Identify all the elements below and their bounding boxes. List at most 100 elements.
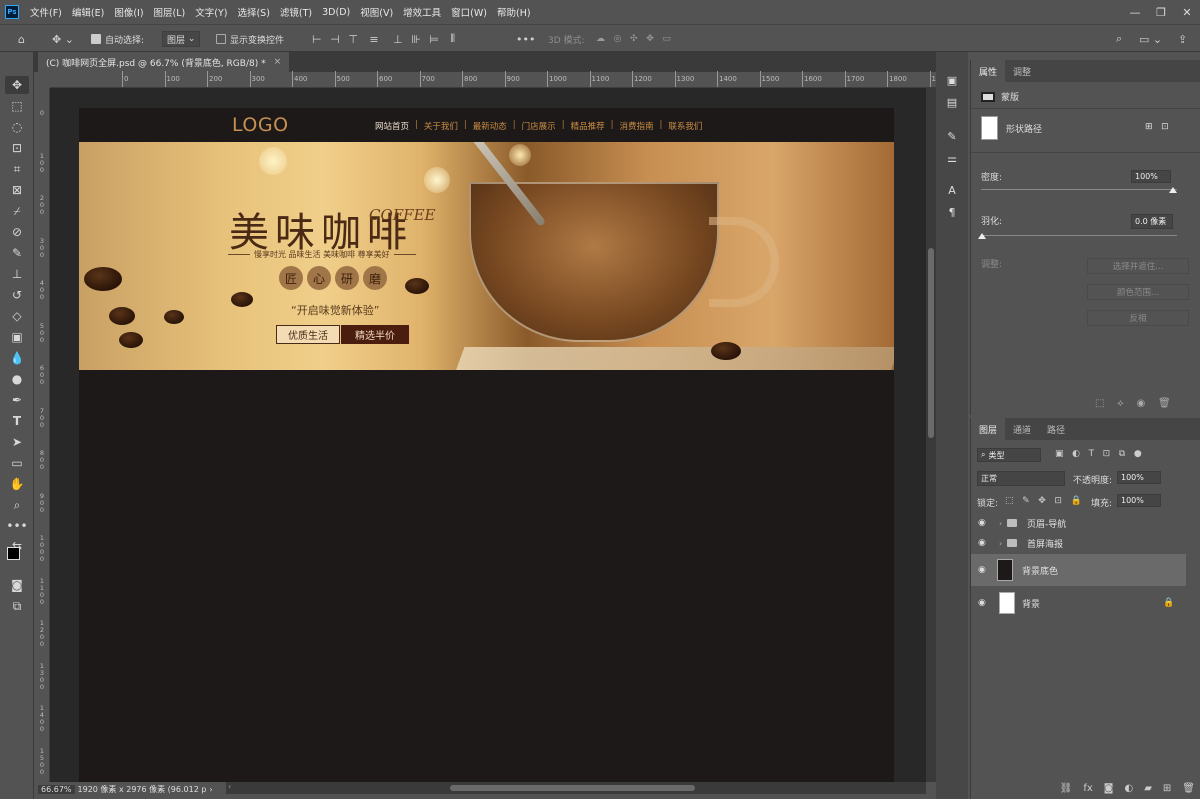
density-slider[interactable]	[981, 189, 1177, 190]
visibility-eye-icon[interactable]: ◉	[978, 518, 988, 528]
rectangle-tool-icon[interactable]: ▭	[5, 454, 29, 472]
opacity-field[interactable]: 100%	[1117, 471, 1161, 484]
layer-style-icon[interactable]: fx	[1083, 783, 1092, 794]
align-middle-v-icon[interactable]: ⊪	[411, 33, 421, 46]
disable-mask-icon[interactable]: ◉	[1137, 398, 1146, 409]
visibility-eye-icon[interactable]: ◉	[978, 538, 988, 548]
menu-image[interactable]: 图像(I)	[109, 5, 148, 19]
screen-mode-icon[interactable]: ⧉	[5, 597, 29, 615]
roll-3d-icon[interactable]: ◎	[614, 34, 622, 44]
fill-field[interactable]: 100%	[1117, 494, 1161, 507]
minimize-button[interactable]: —	[1122, 0, 1148, 24]
drag-3d-icon[interactable]: ✣	[630, 34, 638, 44]
layer-filter-dropdown[interactable]: ⌕ 类型	[977, 448, 1041, 462]
menu-plugins[interactable]: 增效工具	[398, 5, 446, 19]
character-panel-icon[interactable]: A	[944, 182, 960, 198]
clone-stamp-tool-icon[interactable]: ⊥	[5, 265, 29, 283]
more-options-icon[interactable]: •••	[516, 25, 535, 53]
menu-select[interactable]: 选择(S)	[232, 5, 274, 19]
vertical-scroll-thumb[interactable]	[928, 248, 934, 438]
delete-layer-icon[interactable]: 🗑	[1182, 783, 1195, 794]
foreground-color-swatch[interactable]	[7, 547, 20, 560]
scroll-left-icon[interactable]: ‹	[228, 782, 231, 791]
layer-row-group-header[interactable]: ◉ › 页眉-导航	[971, 514, 1186, 532]
align-bottom-icon[interactable]: ⊨	[429, 33, 439, 46]
expand-chevron-icon[interactable]: ›	[999, 539, 1002, 548]
link-layers-icon[interactable]: ⛓	[1060, 783, 1073, 794]
search-icon[interactable]: ⌕	[1116, 25, 1122, 53]
auto-select-toggle[interactable]: 自动选择:	[91, 25, 144, 53]
lock-artboard-icon[interactable]: ⊡	[1054, 496, 1062, 506]
menu-type[interactable]: 文字(Y)	[190, 5, 232, 19]
lock-transparency-icon[interactable]: ⬚	[1005, 496, 1014, 506]
tab-paths[interactable]: 路径	[1039, 418, 1073, 440]
tab-channels[interactable]: 通道	[1005, 418, 1039, 440]
type-tool-icon[interactable]: T	[5, 412, 29, 430]
horizontal-scrollbar[interactable]: ‹	[226, 782, 926, 794]
brush-settings-icon[interactable]: ✎	[944, 128, 960, 144]
blur-tool-icon[interactable]: 💧	[5, 349, 29, 367]
ruler-horizontal[interactable]: 0 100 200 300 400 500 600 700 800 900 1000 1100 1200…	[50, 71, 949, 88]
zoom-tool-icon[interactable]: ⌕	[5, 496, 29, 514]
feather-field[interactable]: 0.0 像素	[1131, 214, 1173, 229]
history-brush-tool-icon[interactable]: ↺	[5, 286, 29, 304]
auto-select-dropdown[interactable]: 图层 ⌄	[162, 31, 201, 47]
density-slider-handle[interactable]	[1169, 187, 1177, 193]
tab-adjustments[interactable]: 调整	[1005, 60, 1039, 82]
align-top-icon[interactable]: ⊥	[393, 33, 403, 46]
density-field[interactable]: 100%	[1131, 170, 1171, 183]
brush-tool-icon[interactable]: ✎	[5, 244, 29, 262]
vertical-scrollbar[interactable]	[926, 88, 936, 782]
new-layer-icon[interactable]: ⊞	[1163, 783, 1171, 794]
hand-tool-icon[interactable]: ✋	[5, 475, 29, 493]
filter-shape-icon[interactable]: ⊡	[1103, 449, 1111, 459]
slide-3d-icon[interactable]: ✥	[646, 34, 654, 44]
filter-toggle-icon[interactable]: ●	[1134, 449, 1142, 459]
move-tool-preset-icon[interactable]: ✥ ⌄	[52, 25, 74, 53]
new-group-icon[interactable]: ▰	[1144, 783, 1152, 794]
quick-mask-icon[interactable]: ◙	[5, 576, 29, 594]
menu-edit[interactable]: 编辑(E)	[67, 5, 109, 19]
tab-properties[interactable]: 属性	[971, 60, 1006, 82]
vector-mask-thumbnail[interactable]	[981, 116, 998, 140]
lock-position-icon[interactable]: ✥	[1038, 496, 1046, 506]
horizontal-scroll-thumb[interactable]	[450, 785, 695, 791]
filter-smart-object-icon[interactable]: ⧉	[1119, 449, 1125, 459]
workspace-icon[interactable]: ▭ ⌄	[1139, 25, 1162, 53]
restore-button[interactable]: ❐	[1148, 0, 1174, 24]
menu-filter[interactable]: 滤镜(T)	[275, 5, 317, 19]
color-range-button[interactable]: 颜色范围...	[1087, 284, 1189, 300]
visibility-eye-icon[interactable]: ◉	[978, 565, 988, 575]
align-center-h-icon[interactable]: ⊣	[330, 33, 340, 46]
gradient-tool-icon[interactable]: ▣	[5, 328, 29, 346]
status-arrow-icon[interactable]: ›	[209, 785, 212, 794]
close-tab-icon[interactable]: ×	[274, 57, 282, 67]
show-transform-checkbox[interactable]	[216, 34, 226, 44]
share-icon[interactable]: ⇪	[1178, 25, 1187, 53]
feather-slider[interactable]	[981, 235, 1177, 236]
auto-select-checkbox[interactable]	[91, 34, 101, 44]
distribute-v-icon[interactable]: ⫴	[450, 32, 455, 46]
delete-mask-icon[interactable]: 🗑	[1158, 398, 1171, 409]
distribute-icon[interactable]: ≡	[369, 33, 378, 46]
frame-tool-icon[interactable]: ⊠	[5, 181, 29, 199]
home-icon[interactable]: ⌂	[18, 25, 25, 53]
align-right-icon[interactable]: ⊤	[348, 33, 358, 46]
apply-mask-icon[interactable]: ⟡	[1117, 398, 1124, 409]
zoom-level-field[interactable]: 66.67%	[38, 784, 75, 794]
menu-window[interactable]: 窗口(W)	[446, 5, 492, 19]
lock-pixels-icon[interactable]: ✎	[1022, 496, 1030, 506]
load-selection-icon[interactable]: ⬚	[1095, 398, 1104, 409]
filter-type-icon[interactable]: T	[1089, 449, 1095, 459]
quick-select-tool-icon[interactable]: ⊡	[5, 139, 29, 157]
lock-all-icon[interactable]: 🔒	[1071, 496, 1082, 506]
show-transform-toggle[interactable]: 显示变换控件	[216, 25, 284, 53]
comments-panel-icon[interactable]: ▤	[944, 94, 960, 110]
path-select-tool-icon[interactable]: ➤	[5, 433, 29, 451]
history-panel-icon[interactable]: ▣	[944, 72, 960, 88]
close-button[interactable]: ✕	[1174, 0, 1200, 24]
crop-tool-icon[interactable]: ⌗	[5, 160, 29, 178]
add-mask-icon[interactable]: ⊞	[1145, 122, 1153, 132]
expand-chevron-icon[interactable]: ›	[999, 519, 1002, 528]
tab-layers[interactable]: 图层	[971, 418, 1006, 440]
